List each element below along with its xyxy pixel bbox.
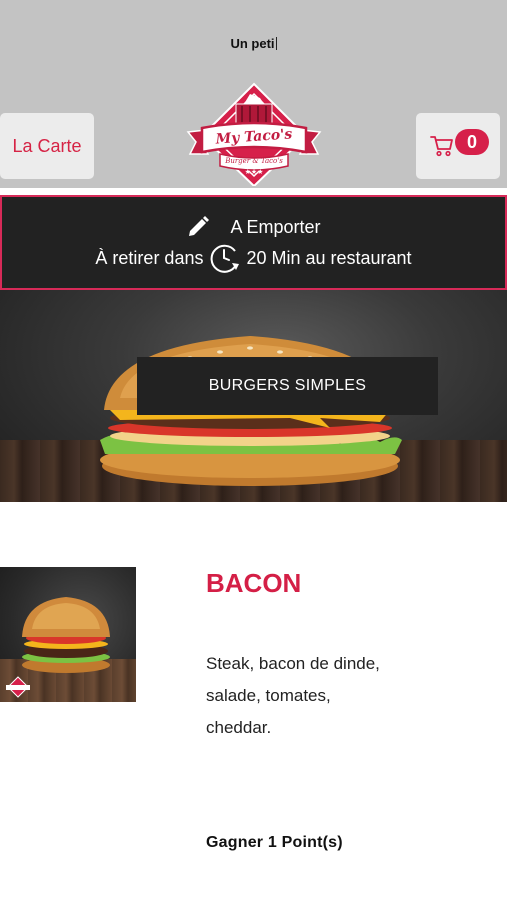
order-mode-bar[interactable]: A Emporter À retirer dans 20 Min au rest… — [0, 195, 507, 290]
restaurant-logo[interactable]: My Taco's Burger & Taco's ★★★ — [184, 82, 324, 188]
pickup-prefix: À retirer dans — [95, 247, 204, 268]
loyalty-points: Gagner 1 Point(s) — [206, 834, 343, 851]
category-title[interactable]: BURGERS SIMPLES — [137, 357, 438, 415]
product-title[interactable]: BACON — [206, 568, 301, 599]
pickup-suffix: 20 Min au restaurant — [246, 247, 412, 268]
product-burger-illustration — [6, 597, 110, 698]
order-mode-label: A Emporter — [230, 216, 321, 237]
menu-button-label: La Carte — [12, 135, 82, 156]
pencil-icon[interactable] — [186, 215, 210, 239]
product-image[interactable] — [0, 567, 136, 702]
logo-tagline: Burger & Taco's — [225, 157, 283, 165]
app-header: Un peti La Carte My Taco's Burger & Taco… — [0, 0, 507, 188]
logo-stars: ★★★ — [244, 169, 264, 176]
product-description: Steak, bacon de dinde, salade, tomates, … — [206, 654, 380, 737]
cart-button[interactable]: 0 — [416, 113, 500, 179]
clock-icon — [211, 244, 240, 273]
header-divider — [0, 188, 507, 195]
marquee-text: Un peti — [230, 36, 277, 51]
cart-count-badge: 0 — [455, 129, 489, 155]
menu-button[interactable]: La Carte — [0, 113, 94, 179]
cart-icon — [430, 136, 453, 157]
